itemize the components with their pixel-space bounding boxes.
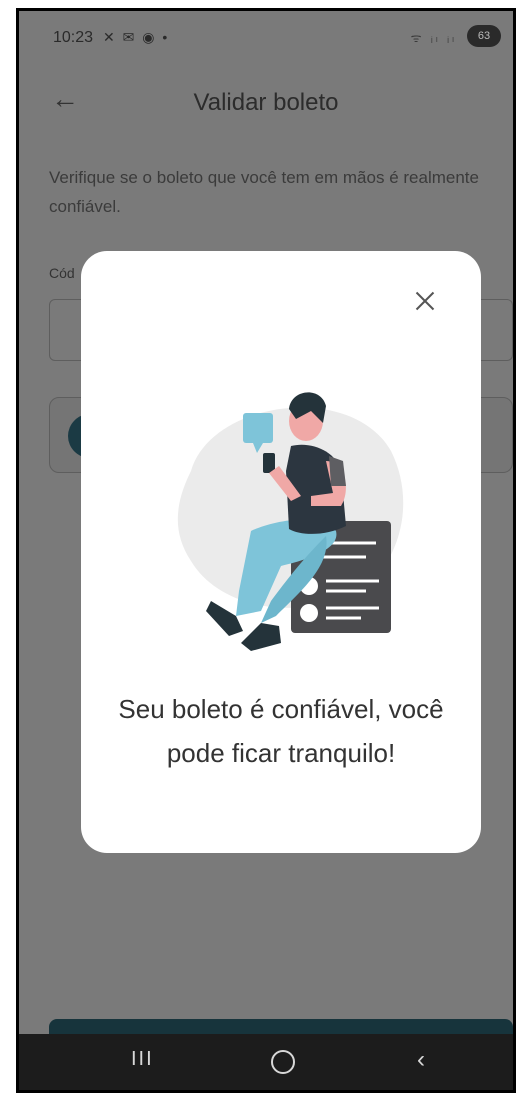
modal-message: Seu boleto é confiável, você pode ficar …	[118, 694, 444, 768]
notification-icons: ✕ ✉ ◉ •	[103, 29, 170, 45]
back-icon[interactable]: ‹	[417, 1046, 425, 1074]
signal-icons: ᯤ ᵢₗ ᵢₗ	[410, 31, 457, 45]
home-icon[interactable]	[271, 1050, 295, 1074]
phone-screen: 10:23 ✕ ✉ ◉ • ᯤ ᵢₗ ᵢₗ 63 ← Validar bolet…	[16, 8, 516, 1093]
status-time: 10:23	[53, 29, 94, 46]
code-field-label: Cód	[49, 265, 75, 281]
close-icon[interactable]	[411, 287, 439, 315]
status-bar: 10:23 ✕ ✉ ◉ • ᯤ ᵢₗ ᵢₗ 63	[19, 11, 513, 71]
system-nav-bar: III ‹	[19, 1034, 513, 1090]
success-modal: Seu boleto é confiável, você pode ficar …	[81, 251, 481, 853]
intro-text: Verifique se o boleto que você tem em mã…	[49, 168, 479, 216]
app-bar: ← Validar boleto	[19, 73, 513, 129]
person-with-phone-illustration	[177, 392, 404, 651]
page-title: Validar boleto	[193, 89, 339, 116]
battery-icon: 63	[467, 25, 501, 47]
recents-icon[interactable]: III	[131, 1048, 154, 1071]
